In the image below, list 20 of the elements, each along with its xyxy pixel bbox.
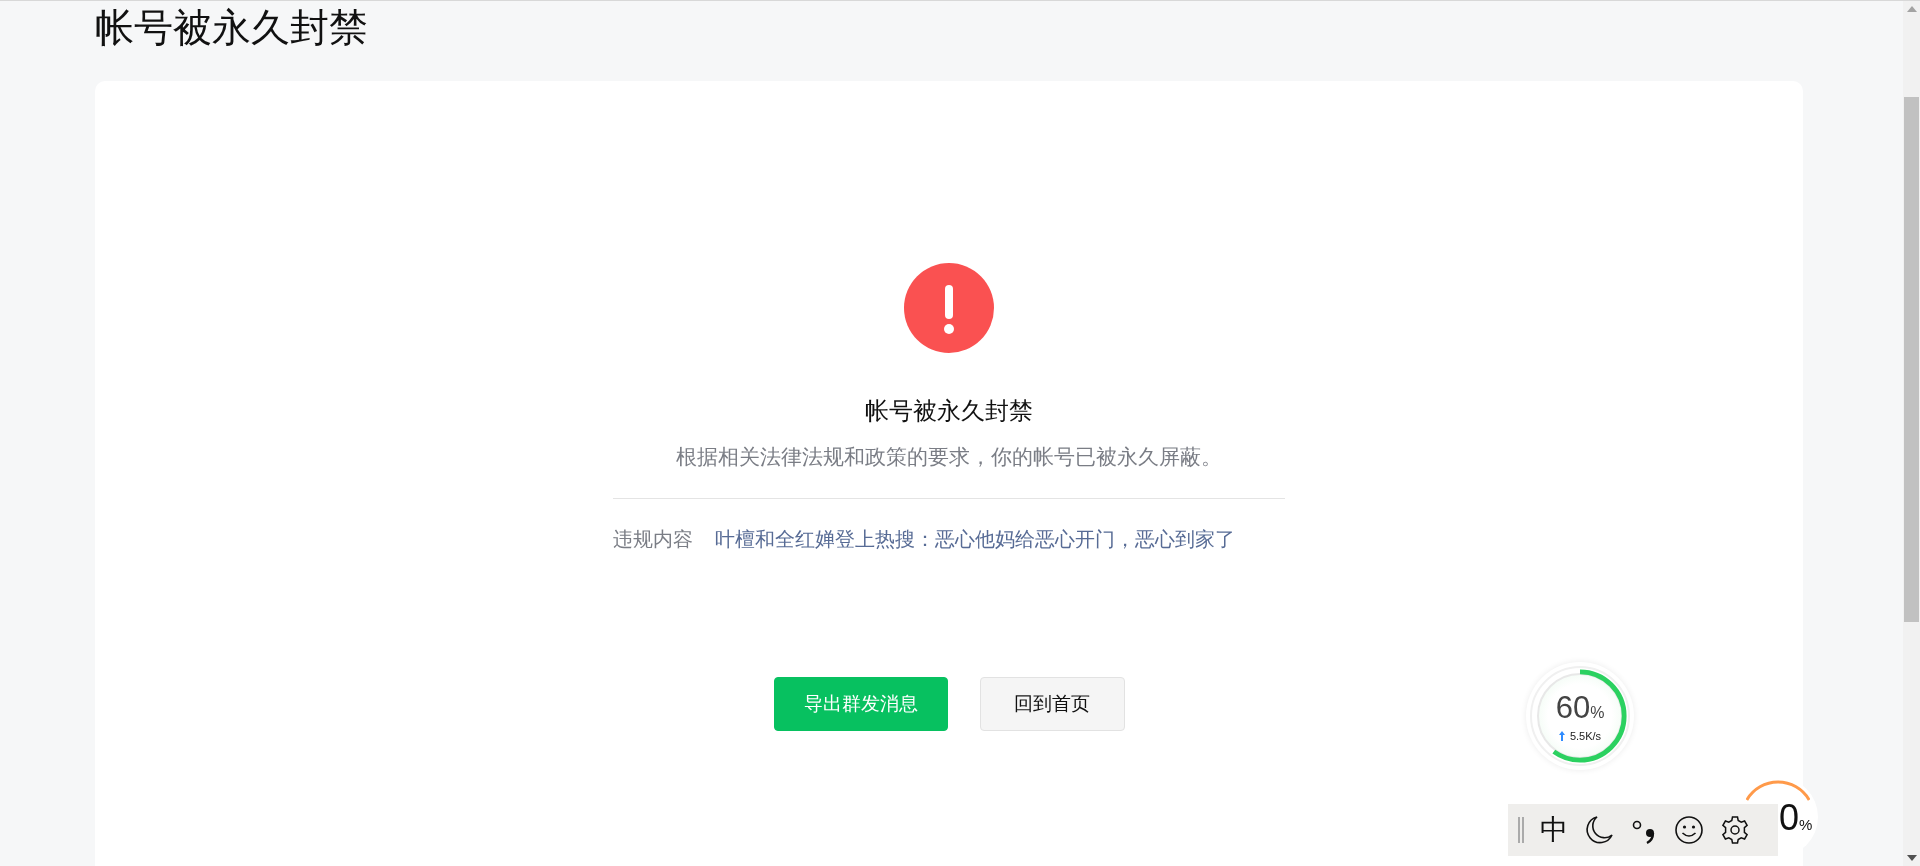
upload-arrow-icon	[1558, 730, 1565, 741]
violation-text: 叶檀和全红婵登上热搜：恶心他妈给恶心开门，恶心到家了	[715, 527, 1235, 552]
percent-value: 0%	[1779, 797, 1813, 840]
error-icon	[904, 263, 994, 353]
percent-value: 60%	[1555, 690, 1605, 727]
notice-heading: 帐号被永久封禁	[865, 396, 1033, 426]
progress-ring	[1746, 780, 1810, 802]
scrollbar[interactable]	[1903, 1, 1920, 866]
notice-description: 根据相关法律法规和政策的要求，你的帐号已被永久屏蔽。	[676, 444, 1222, 470]
settings-icon[interactable]	[1720, 815, 1750, 845]
smiley-icon[interactable]	[1674, 815, 1704, 845]
page-title: 帐号被永久封禁	[95, 5, 369, 51]
upload-speed: 5.5K/s	[1569, 729, 1602, 742]
drag-handle-icon[interactable]	[1518, 817, 1524, 843]
violation-label: 违规内容	[613, 527, 693, 552]
input-mode-toggle[interactable]: 中	[1540, 814, 1568, 846]
home-button[interactable]: 回到首页	[979, 677, 1125, 731]
scrollbar-thumb[interactable]	[1904, 97, 1919, 622]
scroll-down-icon[interactable]	[1906, 855, 1917, 861]
moon-icon[interactable]	[1584, 815, 1614, 845]
